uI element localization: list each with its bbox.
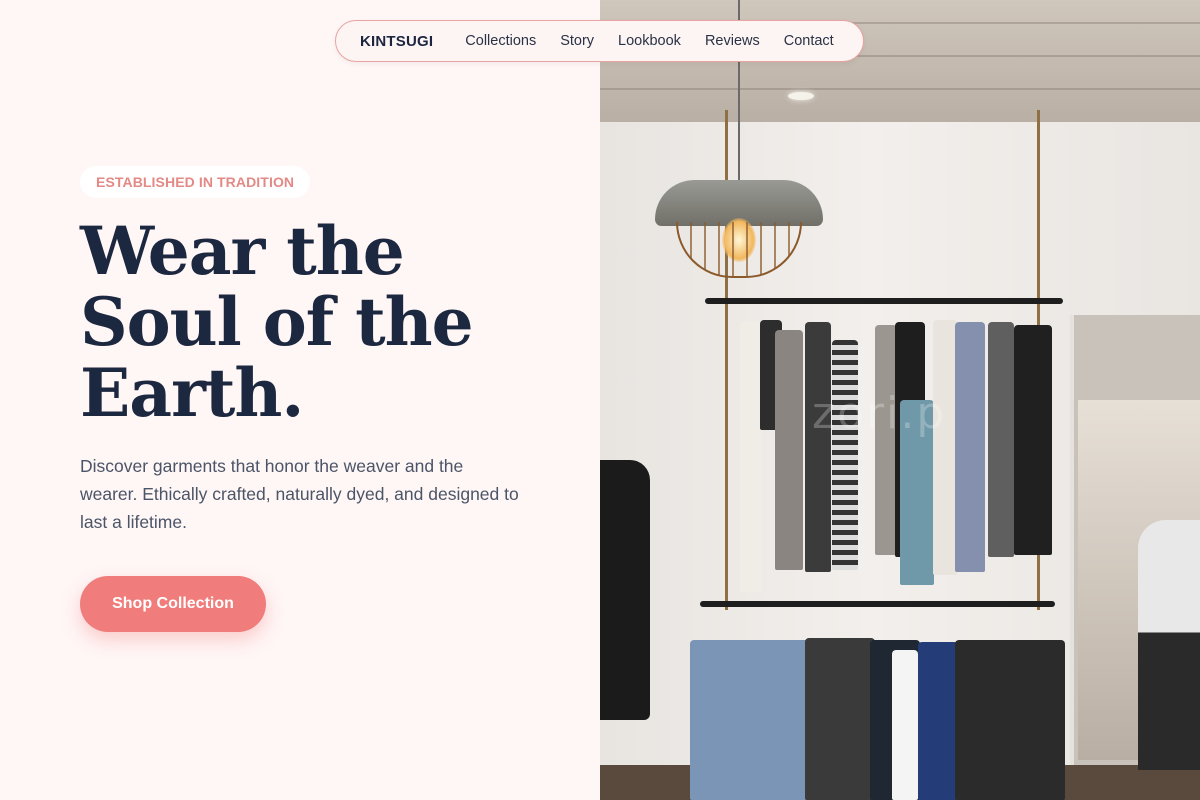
nav-link-reviews[interactable]: Reviews [705, 33, 760, 49]
store-interior-image: zori.p [600, 0, 1200, 800]
headline-line-2: Soul of the [80, 283, 474, 361]
nav-link-contact[interactable]: Contact [784, 33, 834, 49]
hanging-garment [805, 322, 831, 572]
nav-link-story[interactable]: Story [560, 33, 594, 49]
ceiling-spotlight [788, 92, 814, 100]
hanging-garment [988, 322, 1014, 557]
hanging-garment [955, 322, 985, 572]
hanging-garment [832, 340, 858, 570]
nav-link-collections[interactable]: Collections [465, 33, 536, 49]
top-navigation: KINTSUGI Collections Story Lookbook Revi… [335, 20, 864, 62]
clothing-rail-lower [700, 601, 1055, 607]
hero-description: Discover garments that honor the weaver … [80, 456, 519, 532]
hanging-shirt [892, 650, 918, 800]
hero-text-panel: ESTABLISHED IN TRADITION Wear the Soul o… [0, 0, 600, 800]
brand-logo[interactable]: KINTSUGI [360, 33, 433, 50]
hanging-garment [1014, 325, 1052, 555]
hanging-garment [933, 320, 957, 575]
hanging-garment [875, 325, 897, 555]
shop-collection-button[interactable]: Shop Collection [80, 576, 266, 632]
hanging-shirt [805, 638, 875, 800]
eyebrow-badge: ESTABLISHED IN TRADITION [80, 166, 311, 198]
hanging-coat [600, 460, 650, 720]
hero-headline: Wear the Soul of the Earth. [80, 216, 560, 429]
ceiling-beam [600, 88, 1200, 90]
shopper-figure [1138, 520, 1200, 770]
hanging-shirt [690, 640, 810, 800]
nav-link-lookbook[interactable]: Lookbook [618, 33, 681, 49]
hanging-garment [775, 330, 803, 570]
headline-line-3: Earth. [80, 354, 304, 432]
watermark: zori.p [812, 388, 947, 439]
hanging-garment [740, 322, 762, 592]
hanging-shirt [918, 642, 958, 800]
clothing-rail-upper [705, 298, 1063, 304]
hanging-shirt [955, 640, 1065, 800]
headline-line-1: Wear the [80, 212, 405, 290]
